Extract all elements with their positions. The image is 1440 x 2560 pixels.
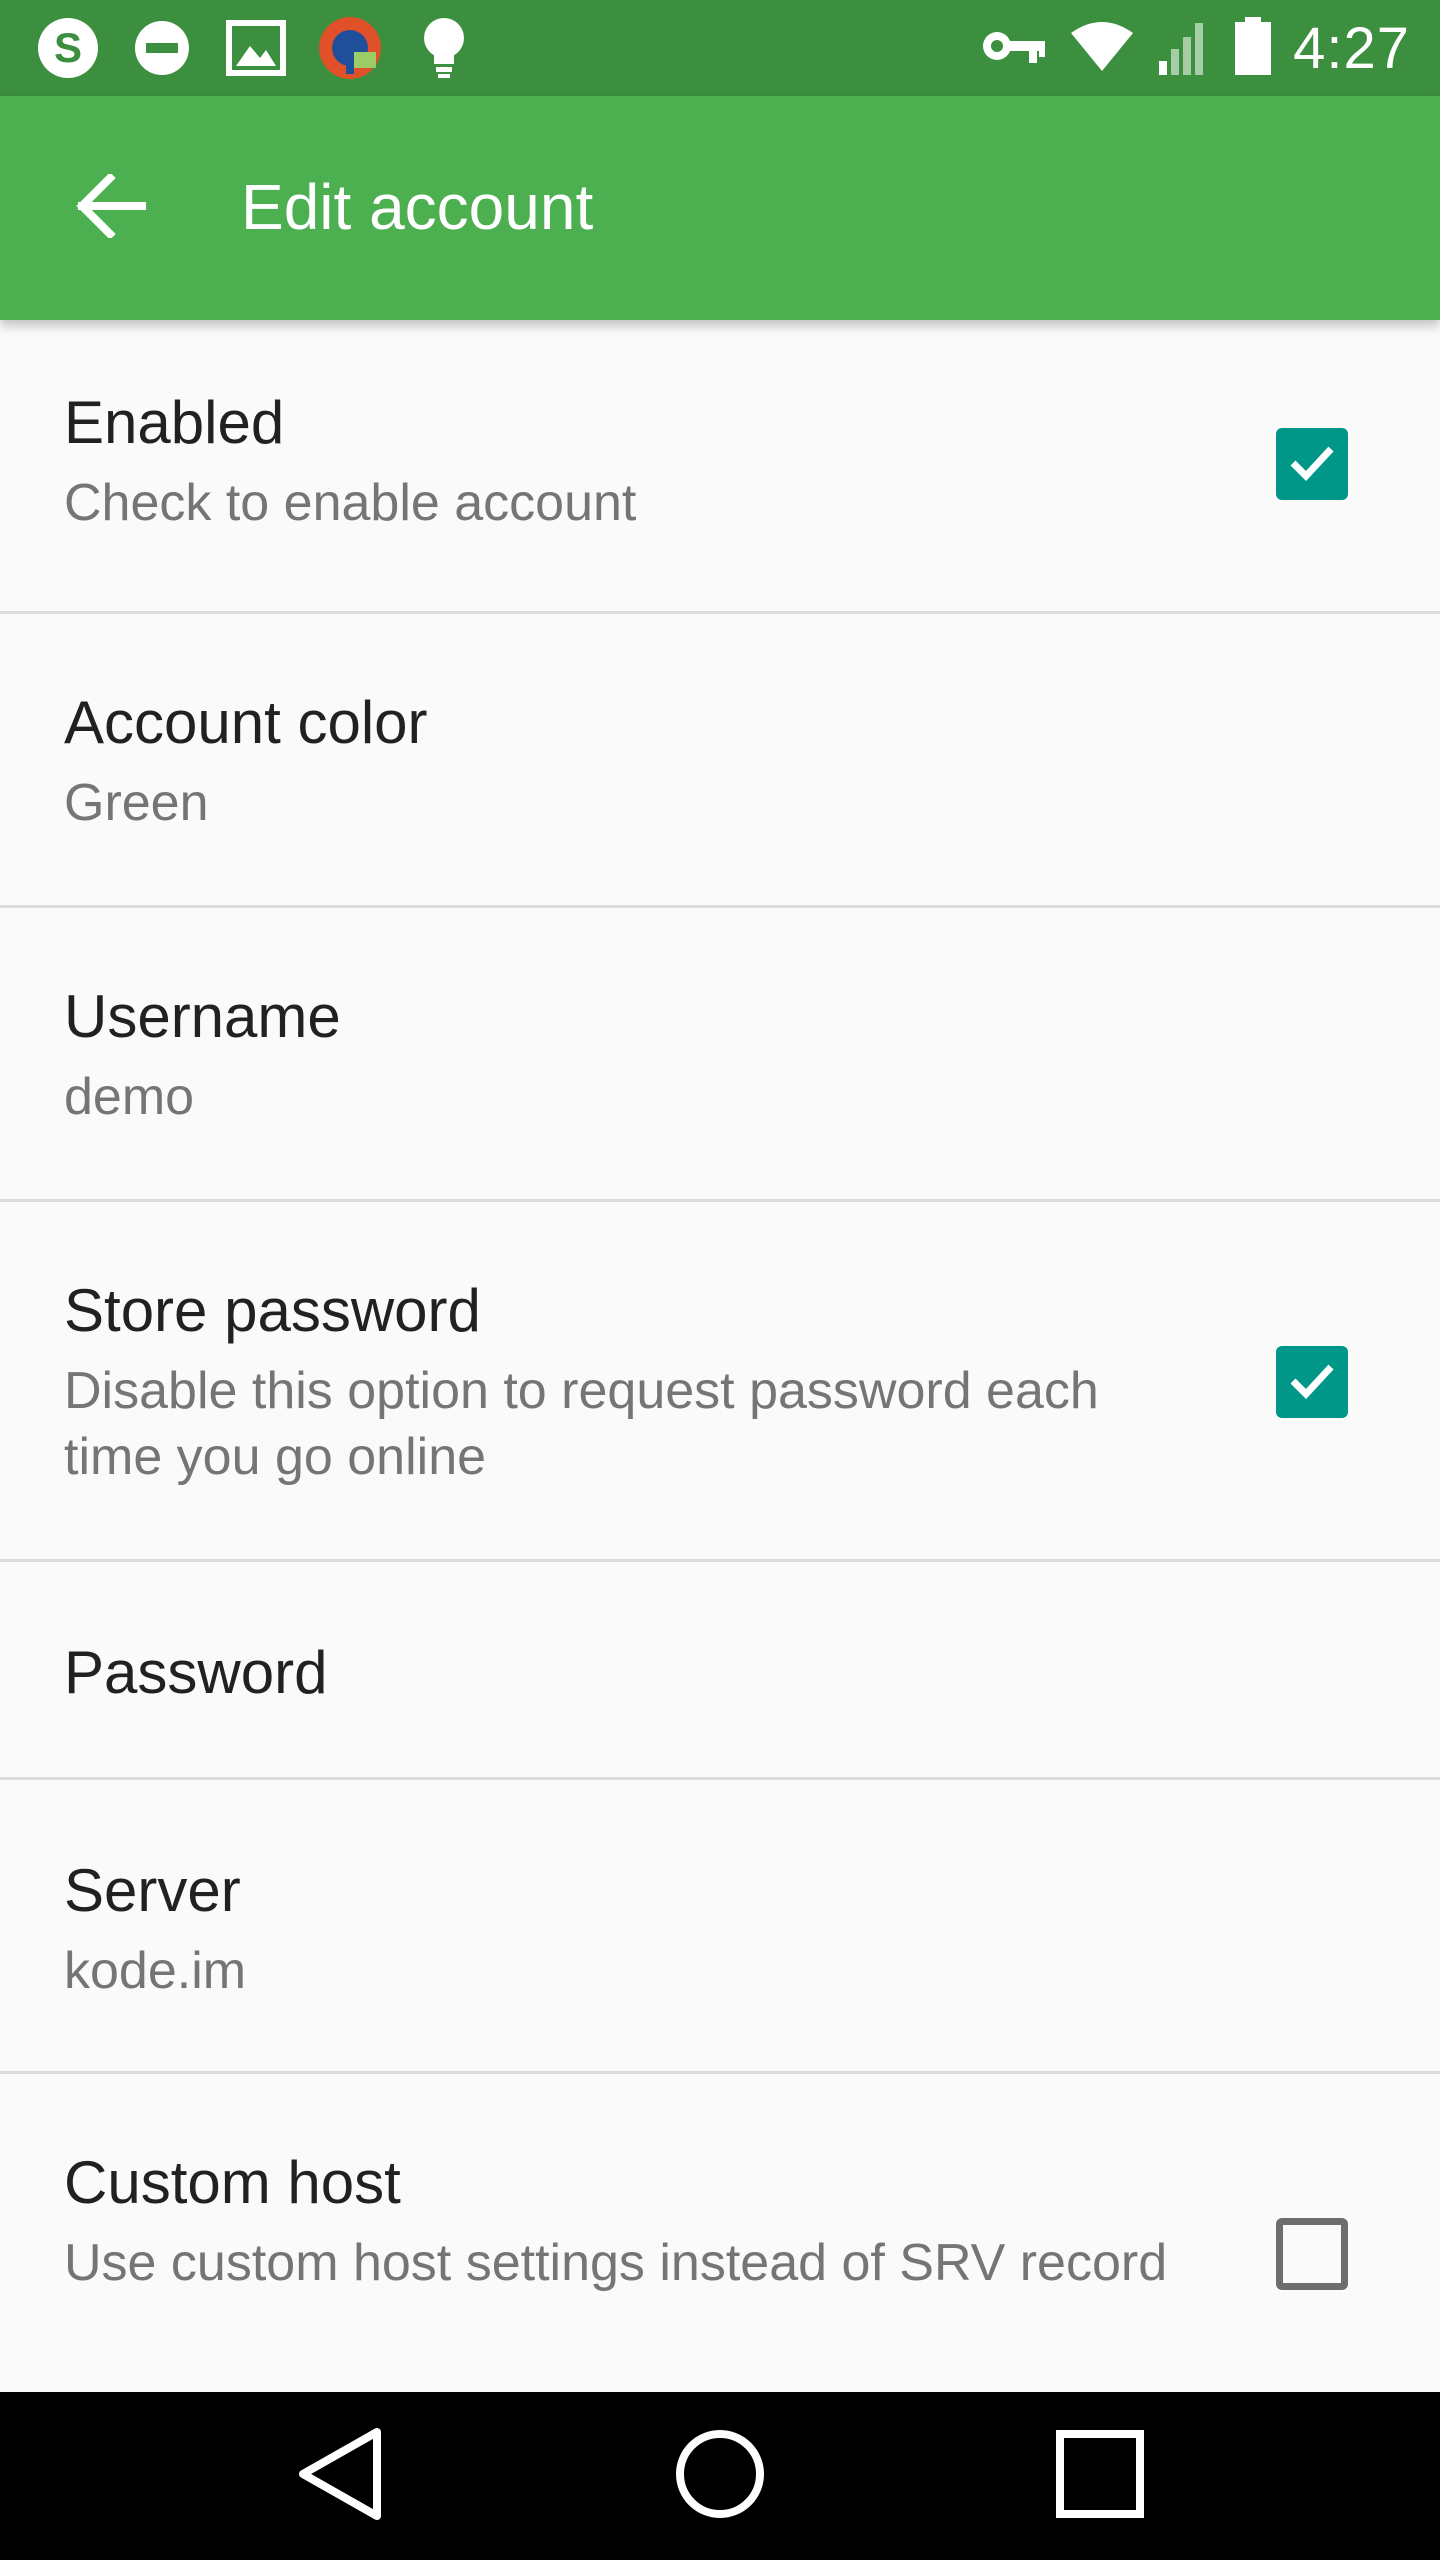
pref-custom-host[interactable]: Custom host Use custom host settings ins…: [0, 2074, 1440, 2434]
system-status-icons: 4:27: [981, 14, 1410, 82]
check-icon: [1285, 435, 1339, 494]
pref-summary: Use custom host settings instead of SRV …: [64, 2234, 1168, 2292]
vpn-app-icon: [316, 14, 384, 82]
nav-back-button[interactable]: [280, 2416, 400, 2536]
status-bar: S 4:27: [0, 0, 1440, 96]
nav-recents-button[interactable]: [1040, 2416, 1160, 2536]
svg-text:S: S: [54, 24, 82, 71]
pref-summary: Check to enable account: [64, 474, 637, 532]
pref-title: Enabled: [64, 389, 285, 456]
pref-title: Account color: [64, 689, 428, 756]
pref-store-password[interactable]: Store password Disable this option to re…: [0, 1202, 1440, 1562]
page-title: Edit account: [241, 171, 594, 243]
enabled-checkbox[interactable]: [1276, 428, 1348, 500]
pref-title: Store password: [64, 1277, 481, 1344]
back-button[interactable]: [60, 158, 160, 258]
custom-host-checkbox[interactable]: [1276, 2218, 1348, 2290]
pref-title: Server: [64, 1857, 241, 1924]
recents-square-icon: [1055, 2429, 1145, 2524]
pref-enabled[interactable]: Enabled Check to enable account: [0, 320, 1440, 614]
navigation-bar: [0, 2392, 1440, 2560]
notification-icons: S: [34, 14, 478, 82]
pref-summary: kode.im: [64, 1942, 247, 2000]
app-bar: Edit account: [0, 96, 1440, 320]
vpn-key-icon: [981, 26, 1047, 71]
pref-account-color[interactable]: Account color Green: [0, 614, 1440, 908]
pref-summary: Disable this option to request password …: [64, 1362, 1099, 1486]
signal-icon: [1157, 17, 1213, 80]
preference-list: Enabled Check to enable account Account …: [0, 320, 1440, 2434]
store-password-checkbox[interactable]: [1276, 1346, 1348, 1418]
do-not-disturb-icon: [128, 14, 196, 82]
battery-icon: [1235, 16, 1272, 80]
back-triangle-icon: [295, 2426, 385, 2527]
clock-time: 4:27: [1293, 15, 1410, 81]
wifi-icon: [1069, 19, 1135, 78]
pref-title: Username: [64, 983, 341, 1050]
lightbulb-icon: [410, 14, 478, 82]
pref-title: Password: [64, 1639, 328, 1706]
skype-icon: S: [34, 14, 102, 82]
image-icon: [222, 14, 290, 82]
pref-summary: demo: [64, 1068, 195, 1126]
pref-username[interactable]: Username demo: [0, 908, 1440, 1202]
pref-password[interactable]: Password: [0, 1562, 1440, 1780]
check-icon: [1285, 1353, 1339, 1412]
home-circle-icon: [673, 2427, 767, 2526]
pref-server[interactable]: Server kode.im: [0, 1780, 1440, 2074]
nav-home-button[interactable]: [660, 2416, 780, 2536]
pref-summary: Green: [64, 774, 209, 832]
pref-title: Custom host: [64, 2149, 401, 2216]
arrow-back-icon: [74, 171, 146, 243]
